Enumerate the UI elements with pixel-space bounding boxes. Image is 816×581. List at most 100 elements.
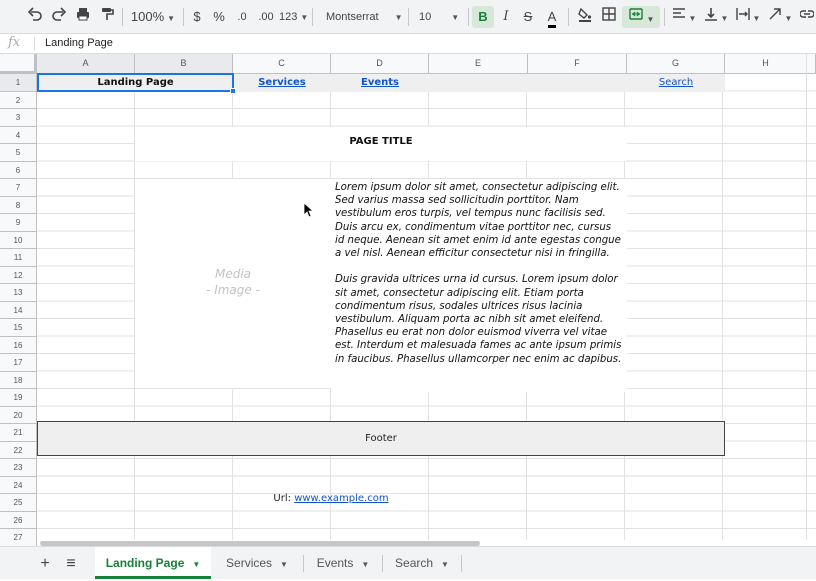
row-header[interactable]: 24 [0, 476, 37, 494]
row-header[interactable]: 15 [0, 319, 37, 337]
footer-cell[interactable]: Footer [37, 421, 725, 456]
formula-input[interactable]: Landing Page [45, 37, 113, 49]
services-link[interactable]: Services [233, 74, 331, 92]
text-rotation-icon[interactable]: ▼ [766, 6, 794, 28]
column-header-a[interactable]: A [37, 54, 135, 74]
row-header[interactable]: 27 [0, 529, 37, 547]
column-header-i[interactable] [807, 54, 816, 74]
sheet-tab-bar: + ≡ Landing Page ▼ Services ▼ Events ▼ Sear… [0, 546, 816, 579]
font-size-select[interactable]: 10 ▼ [412, 6, 466, 28]
paragraph: Duis gravida ultrices urna id cursus. Lo… [335, 274, 622, 365]
chevron-down-icon: ▼ [167, 14, 176, 23]
tab-label: Events [316, 556, 354, 570]
paragraph: Lorem ipsum dolor sit amet, consectetur … [335, 182, 621, 260]
fill-handle[interactable] [230, 88, 236, 94]
row-header[interactable]: 8 [0, 196, 37, 214]
media-line: Media [214, 267, 252, 281]
row-header[interactable]: 11 [0, 249, 37, 267]
row-header[interactable]: 16 [0, 336, 37, 354]
font-value: Montserrat [326, 11, 379, 23]
select-all-corner[interactable] [0, 54, 37, 74]
tab-services[interactable]: Services ▼ [211, 547, 303, 579]
fx-icon: fx [8, 35, 21, 50]
add-sheet-button[interactable]: + [34, 547, 56, 579]
mouse-pointer-icon [303, 202, 315, 223]
column-header-c[interactable]: C [233, 54, 331, 74]
tab-landing-page[interactable]: Landing Page ▼ [95, 547, 211, 579]
row-header[interactable]: 19 [0, 389, 37, 407]
tab-events[interactable]: Events ▼ [304, 547, 382, 579]
row-header[interactable]: 21 [0, 424, 37, 442]
url-link[interactable]: www.example.com [294, 493, 388, 504]
row-header[interactable]: 22 [0, 441, 37, 459]
link-icon[interactable] [798, 6, 816, 28]
more-formats-label: 123 [279, 11, 298, 23]
row-header[interactable]: 7 [0, 179, 37, 197]
row-header[interactable]: 26 [0, 511, 37, 529]
page-title[interactable]: PAGE TITLE [135, 136, 627, 147]
strikethrough-button[interactable]: S [518, 6, 538, 28]
row-header[interactable]: 6 [0, 161, 37, 179]
row-header[interactable]: 12 [0, 266, 37, 284]
row-header[interactable]: 2 [0, 91, 37, 109]
zoom-select[interactable]: 100% ▼ [128, 6, 178, 28]
increase-decimals-button[interactable]: .00 [254, 6, 278, 28]
column-header-b[interactable]: B [135, 54, 233, 74]
decrease-decimals-button[interactable]: .0 [232, 6, 252, 28]
chevron-down-icon: ▼ [300, 13, 309, 22]
row-header[interactable]: 9 [0, 214, 37, 232]
row-header[interactable]: 17 [0, 354, 37, 372]
body-text[interactable]: Lorem ipsum dolor sit amet, consectetur … [335, 181, 623, 379]
row-header[interactable]: 18 [0, 371, 37, 389]
media-label: Media - Image - [135, 266, 331, 298]
currency-button[interactable]: $ [188, 6, 206, 28]
text-color-button[interactable]: A [541, 6, 563, 28]
column-header-e[interactable]: E [429, 54, 528, 74]
tab-label: Landing Page [105, 556, 185, 570]
row-header[interactable]: 3 [0, 109, 37, 127]
chevron-down-icon: ▼ [720, 14, 729, 23]
row-header[interactable]: 20 [0, 406, 37, 424]
row-header[interactable]: 5 [0, 144, 37, 162]
url-cell[interactable]: Url: www.example.com [233, 493, 429, 504]
bold-button[interactable]: B [472, 6, 494, 28]
redo-icon[interactable] [48, 6, 70, 28]
search-link[interactable]: Search [627, 74, 725, 92]
undo-icon[interactable] [24, 6, 46, 28]
row-header[interactable]: 23 [0, 459, 37, 477]
chevron-down-icon: ▼ [784, 14, 793, 23]
horizontal-align-icon[interactable]: ▼ [670, 6, 698, 28]
percent-button[interactable]: % [210, 6, 228, 28]
row-header[interactable]: 10 [0, 231, 37, 249]
fill-color-icon[interactable] [574, 6, 596, 28]
paint-format-icon[interactable] [96, 6, 118, 28]
italic-button[interactable]: I [496, 6, 516, 28]
selected-cell-outline [37, 73, 234, 92]
column-header-g[interactable]: G [627, 54, 725, 74]
row-header[interactable]: 14 [0, 301, 37, 319]
media-line: - Image - [206, 283, 260, 297]
chevron-down-icon: ▼ [361, 560, 370, 569]
print-icon[interactable] [72, 6, 94, 28]
more-formats-button[interactable]: 123 ▼ [279, 6, 309, 28]
vertical-align-icon[interactable]: ▼ [702, 6, 730, 28]
row-header[interactable]: 4 [0, 126, 37, 144]
text-wrap-icon[interactable]: ▼ [734, 6, 762, 28]
column-header-h[interactable]: H [725, 54, 807, 74]
formula-bar: fx Landing Page [0, 34, 816, 54]
merge-cells-button[interactable]: ▼ [622, 6, 660, 28]
row-header[interactable]: 13 [0, 284, 37, 302]
borders-icon[interactable] [598, 6, 620, 28]
tab-search[interactable]: Search ▼ [383, 547, 461, 579]
row-header[interactable]: 25 [0, 494, 37, 512]
row-header[interactable]: 1 [0, 74, 37, 92]
chevron-down-icon: ▼ [646, 15, 655, 24]
font-select[interactable]: Montserrat ▼ [318, 6, 404, 28]
chevron-down-icon: ▼ [752, 14, 761, 23]
events-link[interactable]: Events [331, 74, 429, 92]
column-header-d[interactable]: D [331, 54, 429, 74]
all-sheets-button[interactable]: ≡ [60, 547, 82, 579]
tab-label: Services [226, 556, 273, 570]
column-header-f[interactable]: F [528, 54, 627, 74]
chevron-down-icon: ▼ [441, 560, 449, 569]
